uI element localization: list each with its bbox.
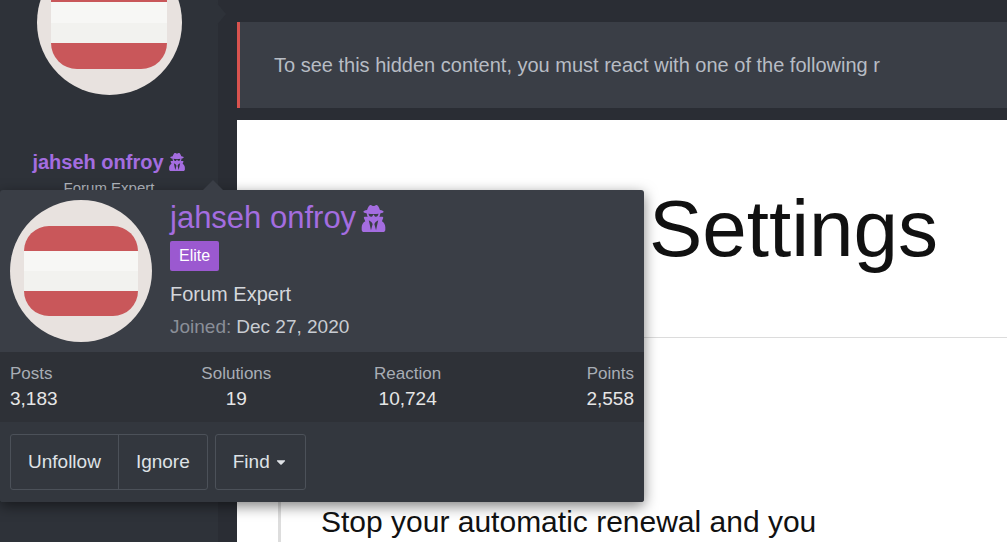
sidebar-username[interactable]: jahseh onfroy: [32, 150, 185, 174]
stat-item: Posts3,183: [10, 362, 120, 412]
elite-badge: Elite: [170, 241, 219, 271]
stats-row: Posts3,183 Solutions19 Reaction10,724 Point…: [0, 352, 644, 422]
unfollow-button[interactable]: Unfollow: [11, 435, 118, 489]
find-button[interactable]: Find: [215, 434, 306, 490]
stat-item: Solutions19: [181, 362, 291, 412]
message-arrow-icon: [216, 2, 226, 26]
content-paragraph: Stop your automatic renewal and you: [321, 504, 1007, 540]
caret-down-icon: [274, 455, 288, 469]
card-actions: UnfollowIgnoreFind: [0, 422, 644, 502]
card-arrow-icon: [203, 180, 223, 190]
stat-item: Reaction10,724: [353, 362, 463, 412]
profile-card: jahseh onfroy Elite Forum Expert Joined:Dec…: [0, 190, 644, 502]
card-user-title: Forum Expert: [170, 281, 291, 307]
card-avatar[interactable]: [10, 200, 152, 342]
settings-heading: Settings: [649, 183, 938, 275]
spy-icon: [360, 205, 387, 232]
card-username[interactable]: jahseh onfroy: [170, 200, 387, 236]
forum-page: jahseh onfroy Forum Expert To see this hid…: [0, 0, 1007, 542]
stat-item: Points2,558: [524, 362, 634, 412]
ignore-button[interactable]: Ignore: [118, 435, 207, 489]
hidden-content-notice: To see this hidden content, you must rea…: [237, 22, 1007, 108]
sidebar-avatar[interactable]: [37, 0, 182, 95]
spy-icon: [168, 153, 186, 171]
joined-date: Joined:Dec 27, 2020: [170, 315, 349, 339]
